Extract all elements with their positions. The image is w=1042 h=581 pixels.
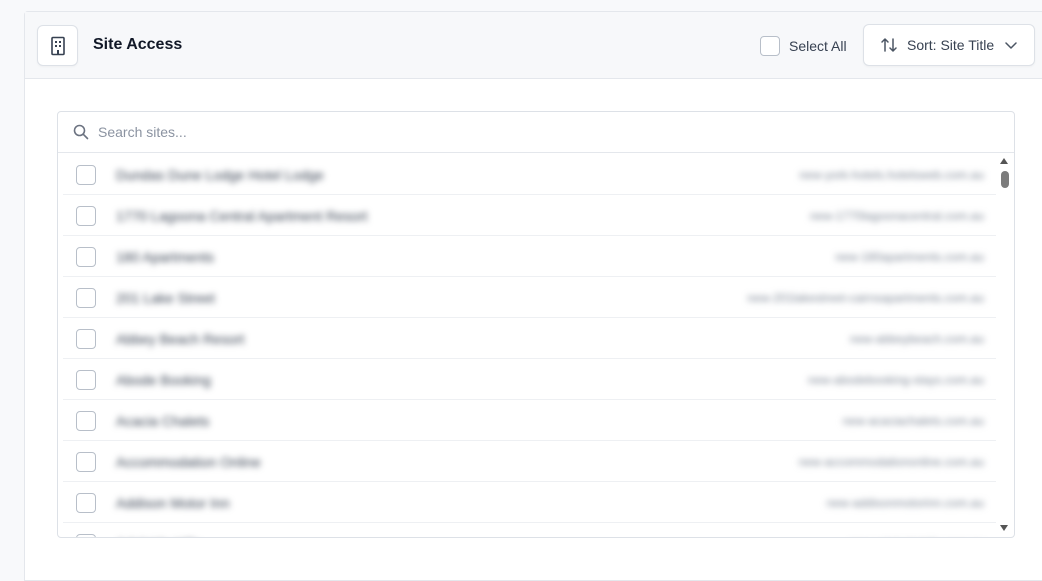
site-domain: new-accommodationonline.com.au: [798, 455, 984, 469]
site-checkbox[interactable]: [76, 370, 96, 390]
site-domain: new-abbeybeach.com.au: [849, 332, 984, 346]
site-list-box: Dundas Dune Lodge Hotel Lodge new-york-ho…: [57, 111, 1015, 538]
site-name: Abbey Beach Resort: [116, 331, 245, 347]
site-checkbox[interactable]: [76, 534, 96, 537]
site-checkbox[interactable]: [76, 329, 96, 349]
site-domain: new-york-hotels.hotelsweb.com.au: [799, 168, 984, 182]
list-item[interactable]: Addison Motor Inn new-addisonmotorinn.com…: [63, 482, 996, 523]
site-checkbox[interactable]: [76, 206, 96, 226]
search-input[interactable]: [98, 124, 698, 140]
site-domain: new-1770lagoonacentral.com.au: [809, 209, 984, 223]
panel-header: Site Access Select All Sort: Site Title: [25, 12, 1042, 79]
sort-arrows-icon: [880, 36, 898, 54]
search-bar: [58, 112, 1014, 153]
list-item[interactable]: Acacia Chalets new-acaciachalets.com.au: [63, 400, 996, 441]
site-domain: new-201lakestreet-cairnsapartments.com.a…: [747, 291, 984, 305]
site-domain: new-abodebooking-stays.com.au: [807, 373, 984, 387]
select-all-checkbox[interactable]: Select All: [760, 36, 847, 56]
list-item[interactable]: 1770 Lagoona Central Apartment Resort new…: [63, 195, 996, 236]
site-name: 180 Apartments: [116, 249, 215, 265]
site-checkbox[interactable]: [76, 165, 96, 185]
list-item[interactable]: Adelaide Hillsnew-adelaidehills.com.au: [63, 523, 996, 537]
page-title: Site Access: [93, 36, 183, 53]
site-name: 1770 Lagoona Central Apartment Resort: [116, 208, 368, 224]
list-item[interactable]: 201 Lake Street new-201lakestreet-cairnsa…: [63, 277, 996, 318]
list-item[interactable]: Abode Booking new-abodebooking-stays.com.…: [63, 359, 996, 400]
site-checkbox[interactable]: [76, 411, 96, 431]
sort-dropdown[interactable]: Sort: Site Title: [863, 24, 1035, 66]
site-checkbox[interactable]: [76, 288, 96, 308]
list-item[interactable]: 180 Apartments new-180apartments.com.au: [63, 236, 996, 277]
scrollbar[interactable]: [996, 154, 1014, 537]
scroll-down-arrow-icon[interactable]: [1000, 525, 1008, 531]
site-name: Abode Booking: [116, 372, 211, 388]
select-all-label: Select All: [789, 38, 847, 54]
site-name: Accommodation Online: [116, 454, 261, 470]
site-checkbox[interactable]: [76, 247, 96, 267]
site-checkbox[interactable]: [76, 452, 96, 472]
list-item[interactable]: Accommodation Online new-accommodationonl…: [63, 441, 996, 482]
site-name: Dundas Dune Lodge Hotel Lodge: [116, 167, 324, 183]
sort-label: Sort: Site Title: [907, 37, 995, 53]
site-name: 201 Lake Street: [116, 290, 215, 306]
list-item[interactable]: Abbey Beach Resort new-abbeybeach.com.au: [63, 318, 996, 359]
site-name: Adelaide Hills: [116, 536, 201, 537]
building-icon: [37, 25, 78, 66]
site-domain: new-addisonmotorinn.com.au: [826, 496, 984, 510]
checkbox-box[interactable]: [760, 36, 780, 56]
scroll-thumb[interactable]: [1001, 171, 1009, 188]
site-domain: new-180apartments.com.au: [835, 250, 984, 264]
site-name: Acacia Chalets: [116, 413, 210, 429]
site-list: Dundas Dune Lodge Hotel Lodge new-york-ho…: [58, 154, 996, 537]
site-domain: new-acaciachalets.com.au: [842, 414, 984, 428]
list-item[interactable]: Dundas Dune Lodge Hotel Lodge new-york-ho…: [63, 154, 996, 195]
site-checkbox[interactable]: [76, 493, 96, 513]
chevron-down-icon: [1004, 38, 1018, 52]
site-name: Addison Motor Inn: [116, 495, 230, 511]
scroll-up-arrow-icon[interactable]: [1000, 158, 1008, 164]
search-icon: [73, 124, 89, 140]
